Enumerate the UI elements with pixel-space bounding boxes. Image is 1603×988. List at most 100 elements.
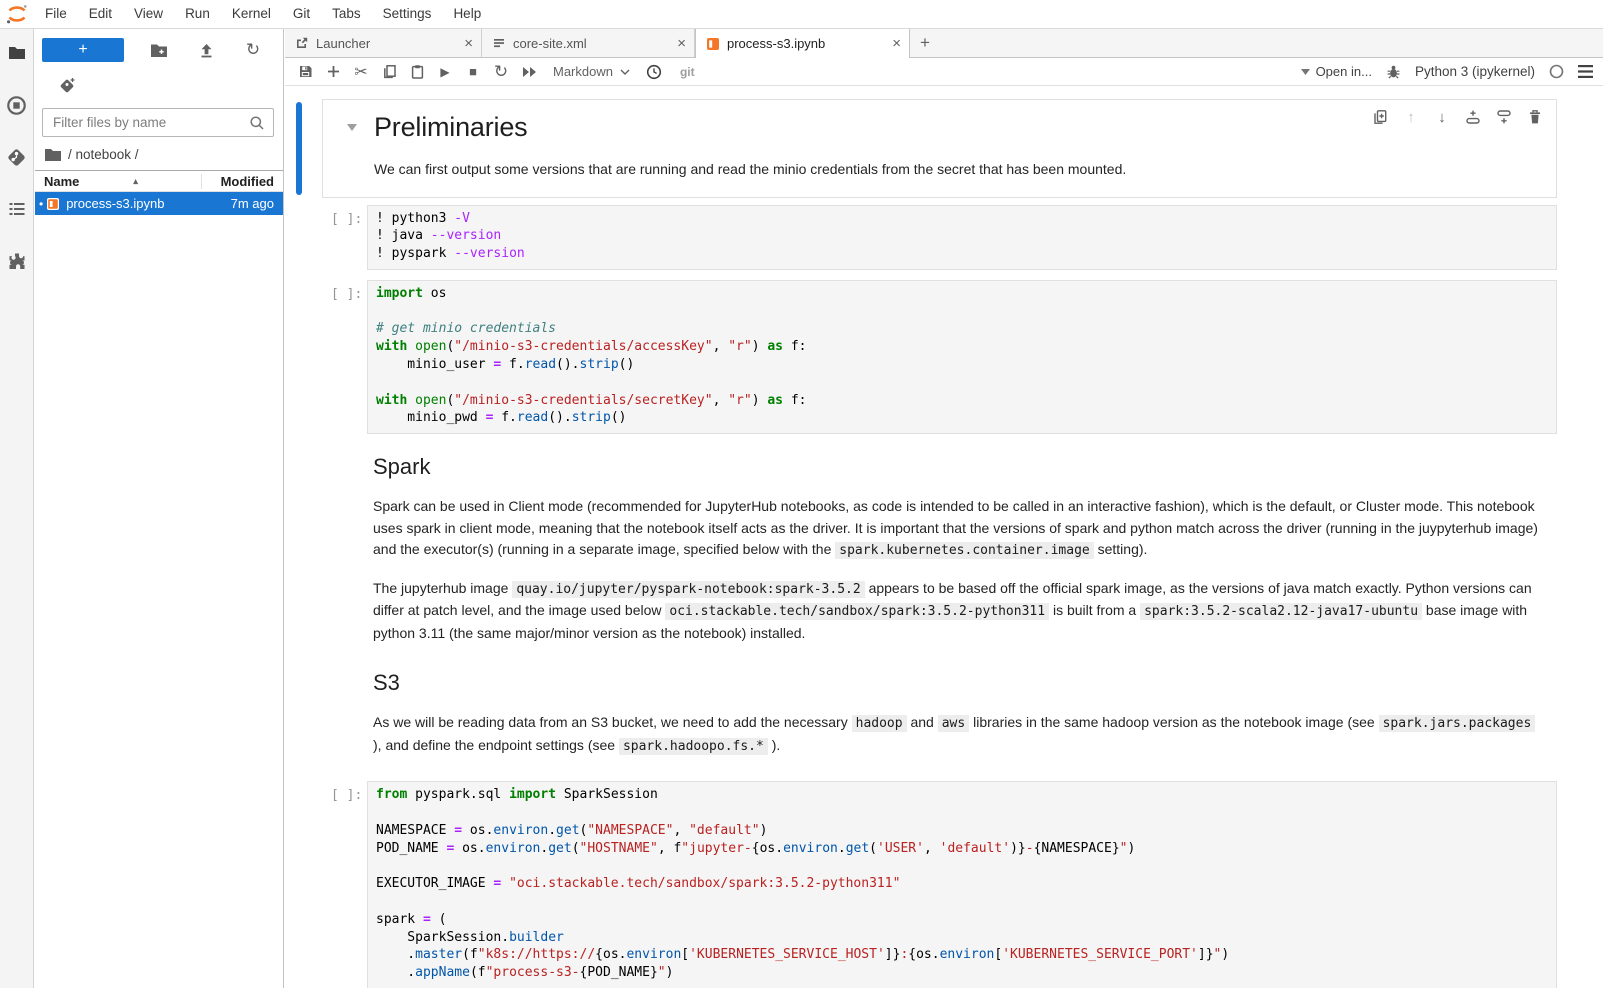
copy-button[interactable] [375, 60, 403, 84]
input-prompt: [ ]: [322, 781, 367, 988]
close-tab-icon[interactable]: × [892, 36, 901, 51]
tab-label: Launcher [316, 36, 370, 51]
menu-view[interactable]: View [123, 0, 174, 28]
breadcrumb-path[interactable]: / notebook / [68, 147, 139, 162]
file-name: process-s3.ipynb [66, 196, 230, 211]
menu-help[interactable]: Help [442, 0, 492, 28]
debugger-bug-icon[interactable] [1386, 64, 1401, 79]
notebook-scroll-area[interactable]: ↑ ↓ Preliminaries We can first output so… [285, 87, 1603, 988]
search-icon [249, 115, 265, 131]
breadcrumb[interactable]: / notebook / [35, 137, 283, 170]
heading-preliminaries: Preliminaries [374, 112, 1540, 143]
hamburger-menu-icon[interactable] [1578, 65, 1593, 78]
column-name[interactable]: Name ▴ [35, 174, 201, 189]
filter-files-input[interactable] [42, 108, 274, 137]
menu-git[interactable]: Git [282, 0, 321, 28]
tab-launcher[interactable]: Launcher × [285, 29, 482, 57]
menu-run[interactable]: Run [174, 0, 221, 28]
markdown-paragraph: Spark can be used in Client mode (recomm… [373, 496, 1539, 562]
close-tab-icon[interactable]: × [677, 36, 686, 51]
input-prompt: [ ]: [322, 280, 367, 434]
git-clone-row [35, 62, 283, 94]
running-sessions-icon[interactable] [0, 95, 33, 147]
git-clone-icon[interactable] [59, 76, 283, 94]
add-tab-button[interactable]: + [910, 29, 940, 57]
markdown-cell-spark[interactable]: Spark Spark can be used in Client mode (… [322, 454, 1557, 644]
insert-cell-above-icon[interactable] [1462, 107, 1484, 127]
markdown-cell-preliminaries[interactable]: ↑ ↓ Preliminaries We can first output so… [322, 99, 1557, 198]
extension-manager-icon[interactable] [0, 251, 33, 303]
menu-bar: File Edit View Run Kernel Git Tabs Setti… [0, 0, 1603, 29]
markdown-paragraph: The jupyterhub image quay.io/jupyter/pys… [373, 578, 1539, 645]
sort-caret-icon: ▴ [133, 176, 138, 187]
left-sidebar [0, 29, 34, 988]
paste-button[interactable] [403, 60, 431, 84]
code-editor[interactable]: from pyspark.sql import SparkSession NAM… [367, 781, 1557, 988]
caret-down-icon [1301, 69, 1310, 75]
insert-cell-below-icon[interactable] [1493, 107, 1515, 127]
new-launcher-button[interactable]: + [42, 38, 124, 62]
jupyter-logo-icon [0, 3, 34, 25]
code-cell-minio-credentials[interactable]: [ ]: import os # get minio credentialswi… [322, 280, 1557, 434]
tab-bar: Launcher × core-site.xml × process-s3.ip… [285, 29, 1603, 58]
column-modified[interactable]: Modified [201, 174, 283, 189]
notebook-toolbar: ✂ ▶ ■ ↻ Markdown git Open i [285, 58, 1603, 86]
move-cell-up-icon[interactable]: ↑ [1400, 107, 1422, 127]
restart-kernel-button[interactable]: ↻ [487, 60, 515, 84]
code-editor[interactable]: ! python3 -V! java --version! pyspark --… [367, 205, 1557, 270]
unsaved-dot: • [39, 197, 43, 211]
text-file-icon [492, 36, 506, 50]
git-status-label: git [680, 65, 695, 79]
menu-kernel[interactable]: Kernel [221, 0, 282, 28]
tab-process-s3-ipynb[interactable]: process-s3.ipynb × [695, 29, 910, 58]
menu-edit[interactable]: Edit [78, 0, 123, 28]
open-in-dropdown[interactable]: Open in... [1301, 64, 1372, 79]
file-browser-panel: + ↻ / notebook / Name ▴ Modified • [35, 29, 284, 988]
delete-cell-icon[interactable] [1524, 107, 1546, 127]
chevron-down-icon [620, 69, 630, 75]
file-list-header: Name ▴ Modified [35, 170, 283, 192]
cell-drag-bar[interactable] [296, 102, 302, 195]
run-button[interactable]: ▶ [431, 60, 459, 84]
code-cell-versions[interactable]: [ ]: ! python3 -V! java --version! pyspa… [322, 205, 1557, 270]
code-cell-spark-session[interactable]: [ ]: from pyspark.sql import SparkSessio… [322, 781, 1557, 988]
new-folder-button[interactable] [147, 38, 171, 62]
restart-run-all-button[interactable] [515, 60, 543, 84]
markdown-cell-s3[interactable]: S3 As we will be reading data from an S3… [322, 670, 1557, 757]
tab-label: core-site.xml [513, 36, 587, 51]
file-browser-icon[interactable] [0, 43, 33, 95]
git-sidebar-icon[interactable] [0, 147, 33, 199]
menu-file[interactable]: File [34, 0, 78, 28]
insert-cell-button[interactable] [319, 60, 347, 84]
collapse-heading-icon[interactable] [347, 124, 357, 131]
save-button[interactable] [291, 60, 319, 84]
kernel-status-icon [1549, 64, 1564, 79]
menu-settings[interactable]: Settings [372, 0, 443, 28]
input-prompt: [ ]: [322, 205, 367, 270]
kernel-name-button[interactable]: Python 3 (ipykernel) [1415, 64, 1535, 79]
markdown-paragraph: We can first output some versions that a… [374, 159, 1540, 181]
checkpoint-clock-icon[interactable] [640, 60, 668, 84]
tab-core-site-xml[interactable]: core-site.xml × [482, 29, 695, 57]
notebook-icon [706, 37, 720, 51]
tab-label: process-s3.ipynb [727, 36, 825, 51]
upload-button[interactable] [194, 38, 218, 62]
close-tab-icon[interactable]: × [464, 36, 473, 51]
code-editor[interactable]: import os # get minio credentialswith op… [367, 280, 1557, 434]
table-of-contents-icon[interactable] [0, 199, 33, 251]
duplicate-cell-icon[interactable] [1369, 107, 1391, 127]
file-modified: 7m ago [231, 196, 274, 211]
markdown-paragraph: As we will be reading data from an S3 bu… [373, 712, 1539, 757]
move-cell-down-icon[interactable]: ↓ [1431, 107, 1453, 127]
menu-tabs[interactable]: Tabs [321, 0, 372, 28]
heading-s3: S3 [373, 670, 1539, 696]
stop-button[interactable]: ■ [459, 60, 487, 84]
file-browser-toolbar: + ↻ [35, 29, 283, 62]
cell-type-dropdown[interactable]: Markdown [553, 64, 630, 79]
file-row-selected[interactable]: • process-s3.ipynb 7m ago [35, 192, 283, 215]
refresh-files-icon[interactable]: ↻ [241, 38, 265, 62]
notebook-file-icon [46, 197, 60, 211]
cell-toolbar: ↑ ↓ [1369, 107, 1546, 127]
cut-button[interactable]: ✂ [347, 60, 375, 84]
main-area: Launcher × core-site.xml × process-s3.ip… [285, 29, 1603, 988]
